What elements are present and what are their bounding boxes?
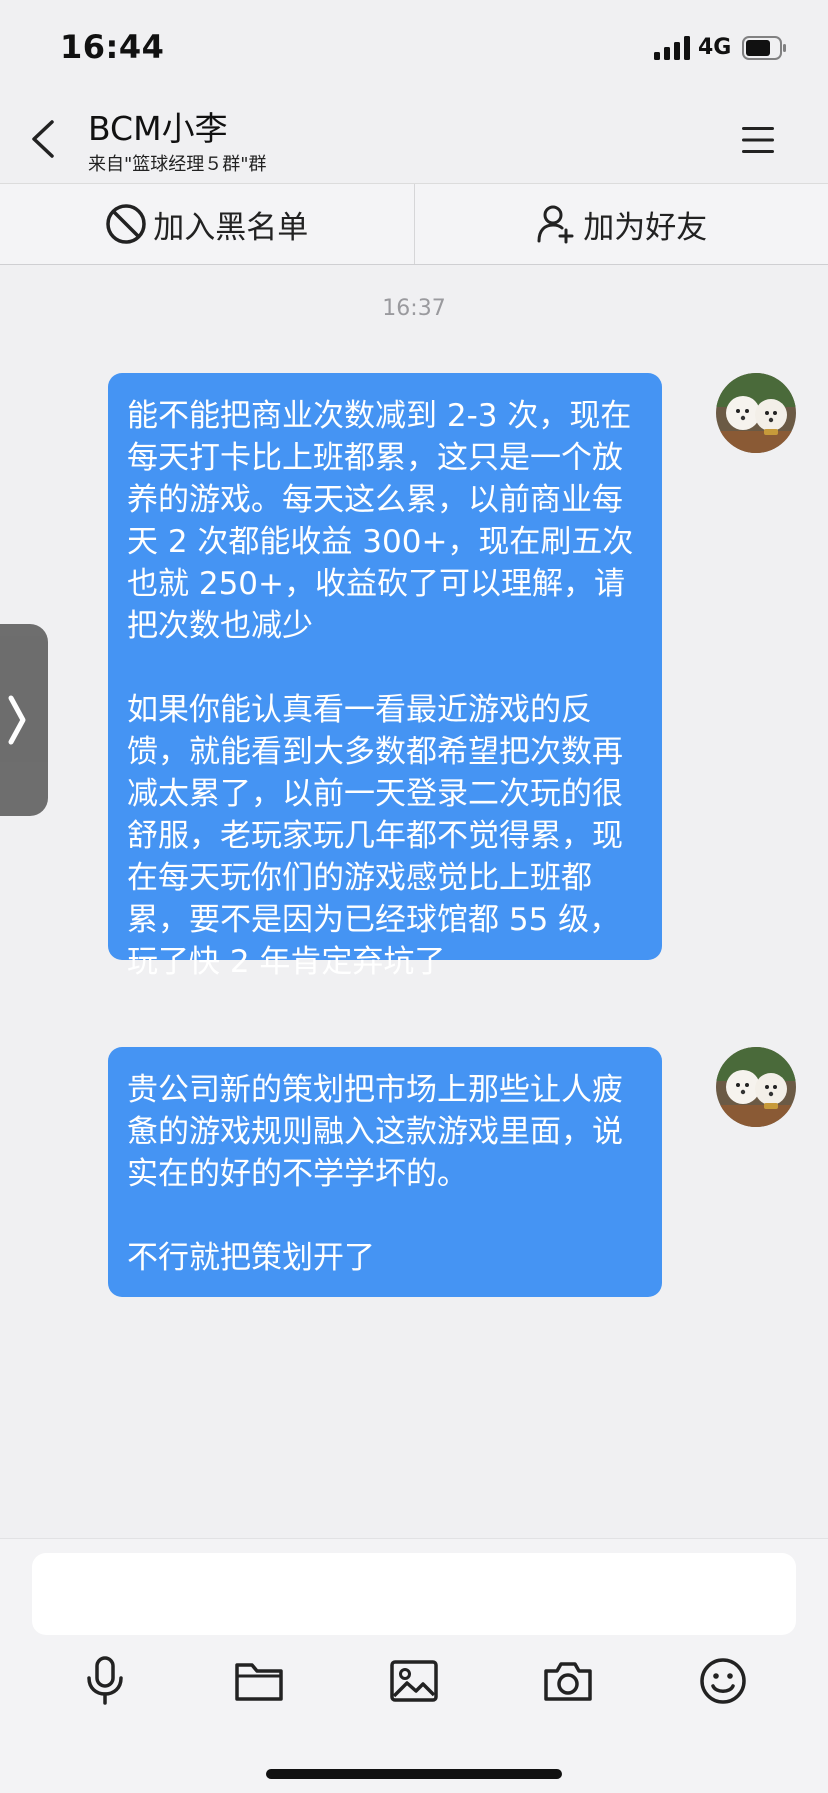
home-indicator: [266, 1769, 562, 1779]
image-button[interactable]: [386, 1653, 442, 1709]
folder-icon: [234, 1659, 284, 1703]
add-friend-button[interactable]: 加为好友: [414, 184, 828, 264]
status-time: 16:44: [60, 28, 164, 66]
emoji-button[interactable]: [695, 1653, 751, 1709]
action-bar: 加入黑名单 加为好友: [0, 183, 828, 265]
chevron-right-icon: [6, 694, 28, 746]
message-bubble[interactable]: 贵公司新的策划把市场上那些让人疲惫的游戏规则融入这款游戏里面，说实在的好的不学学…: [108, 1047, 662, 1297]
avatar-image: [716, 373, 796, 453]
emoji-icon: [698, 1656, 748, 1706]
network-type: 4G: [698, 35, 731, 60]
add-friend-label: 加为好友: [583, 202, 707, 247]
block-label: 加入黑名单: [153, 202, 308, 247]
avatar[interactable]: [716, 373, 796, 453]
camera-icon: [542, 1659, 594, 1703]
block-button[interactable]: 加入黑名单: [0, 184, 414, 264]
message-bubble[interactable]: 能不能把商业次数减到 2-3 次，现在每天打卡比上班都累，这只是一个放养的游戏。…: [108, 373, 662, 960]
avatar[interactable]: [716, 1047, 796, 1127]
add-user-icon: [535, 203, 577, 245]
chat-timestamp: 16:37: [0, 296, 828, 321]
signal-icon: [654, 36, 690, 60]
menu-icon[interactable]: [740, 122, 776, 158]
block-icon: [105, 203, 147, 245]
status-bar: 16:44 4G: [0, 0, 828, 100]
image-icon: [389, 1659, 439, 1703]
avatar-image: [716, 1047, 796, 1127]
battery-icon: [742, 36, 788, 60]
message-input[interactable]: [32, 1553, 796, 1635]
back-icon[interactable]: [24, 114, 64, 164]
microphone-icon: [83, 1656, 127, 1706]
file-button[interactable]: [231, 1653, 287, 1709]
camera-button[interactable]: [540, 1653, 596, 1709]
side-drawer-handle[interactable]: [0, 624, 48, 816]
chat-header: BCM小李 来自"篮球经理５群"群: [0, 100, 828, 183]
voice-button[interactable]: [77, 1653, 133, 1709]
contact-name: BCM小李: [88, 102, 228, 150]
input-area: [0, 1538, 828, 1793]
contact-source: 来自"篮球经理５群"群: [88, 150, 267, 176]
